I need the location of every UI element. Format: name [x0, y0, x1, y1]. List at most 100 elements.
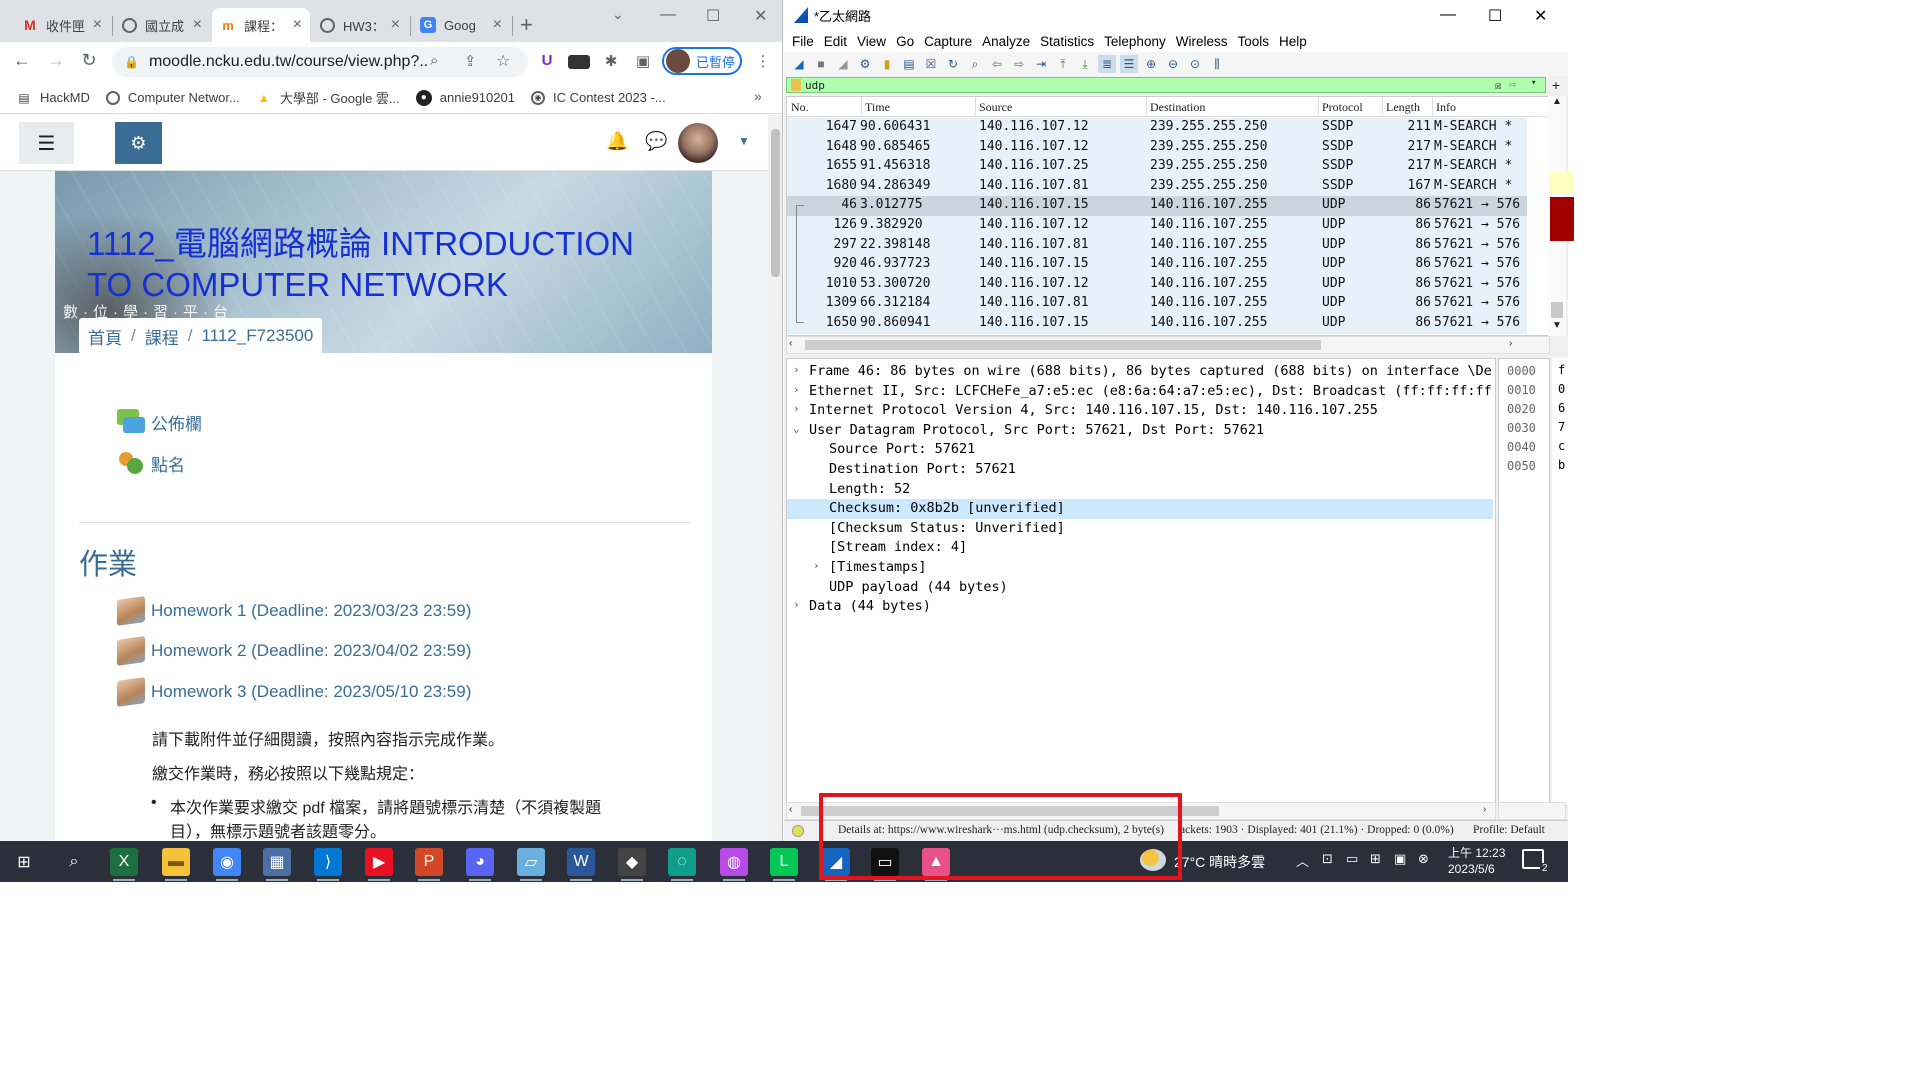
expand-arrow-icon[interactable]: ›: [813, 559, 820, 572]
detail-row[interactable]: › Data (44 bytes): [787, 597, 1493, 617]
column-info[interactable]: Info: [1436, 100, 1456, 115]
column-time[interactable]: Time: [865, 100, 890, 115]
extensions-puzzle-icon[interactable]: ✱: [600, 52, 622, 72]
search-icon[interactable]: ⌕: [60, 848, 88, 876]
normal-size-icon[interactable]: ⊙: [1186, 55, 1204, 73]
collapse-arrow-icon[interactable]: ⌄: [793, 422, 800, 435]
user-avatar[interactable]: [678, 123, 718, 163]
detail-row[interactable]: Length: 52: [787, 480, 1493, 500]
detail-row[interactable]: UDP payload (44 bytes): [787, 578, 1493, 598]
maximize-button[interactable]: ☐: [1488, 6, 1502, 26]
stop-capture-icon[interactable]: ■: [812, 55, 830, 73]
packet-list-hscrollbar[interactable]: ‹ ›: [786, 336, 1550, 354]
detail-row[interactable]: ⌄ User Datagram Protocol, Src Port: 57621…: [787, 421, 1493, 441]
bookmark-star-icon[interactable]: ☆: [496, 51, 510, 71]
tab-search-icon[interactable]: ⌄: [612, 6, 624, 23]
packet-row[interactable]: 1010 53.300720 140.116.107.12 140.116.107.2…: [787, 274, 1527, 295]
column-protocol[interactable]: Protocol: [1322, 100, 1363, 115]
breadcrumb-course[interactable]: 1112_F723500: [201, 326, 313, 346]
new-tab-button[interactable]: +: [520, 12, 533, 38]
clock-time[interactable]: 上午 12:23: [1448, 844, 1505, 861]
windows-start-icon[interactable]: ⊞: [10, 848, 38, 876]
menu-help[interactable]: Help: [1279, 34, 1307, 49]
detail-row[interactable]: Checksum: 0x8b2b [unverified]: [787, 499, 1493, 519]
mplab-icon[interactable]: ◆: [618, 848, 646, 876]
last-packet-icon[interactable]: ⤓: [1076, 55, 1094, 73]
user-menu-caret-icon[interactable]: ▼: [738, 134, 750, 148]
details-hscrollbar[interactable]: ‹ ›: [786, 802, 1496, 820]
notifications-bell-icon[interactable]: 🔔: [606, 131, 628, 152]
expand-arrow-icon[interactable]: ›: [793, 402, 800, 415]
menu-analyze[interactable]: Analyze: [982, 34, 1030, 49]
maximize-button[interactable]: ☐: [706, 6, 720, 26]
forward-button[interactable]: →: [44, 50, 68, 71]
capture-options-icon[interactable]: ⚙: [856, 55, 874, 73]
file-explorer-icon[interactable]: ▬: [162, 848, 190, 876]
save-file-icon[interactable]: ▤: [900, 55, 918, 73]
detail-row[interactable]: › Ethernet II, Src: LCFCHeFe_a7:e5:ec (e8…: [787, 382, 1493, 402]
bookmark-github[interactable]: ● annie910201: [415, 89, 515, 106]
apply-filter-icon[interactable]: ⇨: [1509, 77, 1516, 91]
network-icon[interactable]: ⊞: [1370, 851, 1381, 867]
detail-row[interactable]: [Stream index: 4]: [787, 538, 1493, 558]
packet-row[interactable]: 1647 90.606431 140.116.107.12 239.255.255.2…: [787, 118, 1527, 138]
menu-tools[interactable]: Tools: [1237, 34, 1269, 49]
tab-hw3[interactable]: HW3： ×: [312, 8, 408, 42]
expert-info-icon[interactable]: [792, 825, 804, 837]
assignment-link-3[interactable]: Homework 3 (Deadline: 2023/05/10 23:59): [117, 677, 471, 707]
reload-file-icon[interactable]: ↻: [944, 55, 962, 73]
close-file-icon[interactable]: ☒: [922, 55, 940, 73]
line-icon[interactable]: L: [770, 848, 798, 876]
show-hidden-icons-icon[interactable]: ︿: [1296, 851, 1309, 870]
hamburger-menu-button[interactable]: ☰: [19, 122, 74, 164]
tab-course[interactable]: m 課程： ×: [212, 8, 310, 42]
clock-date[interactable]: 2023/5/6: [1448, 862, 1495, 876]
close-icon[interactable]: ×: [93, 16, 102, 34]
menu-view[interactable]: View: [857, 34, 886, 49]
bookmark-filter-icon[interactable]: [791, 79, 801, 91]
extension-terminal-icon[interactable]: [568, 55, 590, 69]
packet-row[interactable]: 297 22.398148 140.116.107.81 140.116.107.25…: [787, 235, 1527, 256]
vscode-icon[interactable]: ⟩: [314, 848, 342, 876]
detail-row[interactable]: › [Timestamps]: [787, 558, 1493, 578]
menu-telephony[interactable]: Telephony: [1104, 34, 1166, 49]
messages-icon[interactable]: 💬: [645, 131, 667, 152]
chrome-icon[interactable]: ◉: [213, 848, 241, 876]
side-panel-icon[interactable]: ▣: [632, 52, 654, 72]
tab-ncku[interactable]: 國立成 ×: [114, 8, 210, 42]
assignment-link-2[interactable]: Homework 2 (Deadline: 2023/04/02 23:59): [117, 636, 471, 666]
bytes-hscrollbar[interactable]: [1498, 802, 1566, 820]
display-filter-input[interactable]: udp ☒ ⇨ ▾: [786, 77, 1546, 93]
share-icon[interactable]: ⇪: [464, 52, 477, 70]
weather-icon[interactable]: [1140, 849, 1166, 871]
detail-row[interactable]: › Frame 46: 86 bytes on wire (688 bits), …: [787, 362, 1493, 382]
packet-row[interactable]: 1650 90.860941 140.116.107.15 140.116.107.2…: [787, 314, 1527, 334]
back-button[interactable]: ←: [10, 50, 34, 71]
tab-google-translate[interactable]: G Goog ×: [412, 8, 510, 42]
detail-row[interactable]: Destination Port: 57621: [787, 460, 1493, 480]
packet-row[interactable]: 1680 94.286349 140.116.107.81 239.255.255.2…: [787, 176, 1527, 197]
go-back-icon[interactable]: ⇦: [988, 55, 1006, 73]
discord-icon[interactable]: ◕: [466, 848, 494, 876]
expand-arrow-icon[interactable]: ›: [793, 383, 800, 396]
close-window-button[interactable]: ✕: [754, 6, 767, 26]
menu-edit[interactable]: Edit: [824, 34, 847, 49]
expand-arrow-icon[interactable]: ›: [793, 363, 800, 376]
terminal-icon[interactable]: ▭: [871, 848, 899, 876]
volume-muted-icon[interactable]: ⊗: [1418, 851, 1429, 867]
bookmark-ic-contest[interactable]: ◉ IC Contest 2023 -...: [530, 90, 666, 105]
column-destination[interactable]: Destination: [1150, 100, 1205, 115]
packet-row[interactable]: 126 9.382920 140.116.107.12 140.116.107.255…: [787, 216, 1527, 236]
menu-statistics[interactable]: Statistics: [1040, 34, 1094, 49]
page-scrollbar[interactable]: [768, 115, 782, 841]
reload-button[interactable]: ↻: [77, 50, 101, 71]
powerpoint-icon[interactable]: P: [415, 848, 443, 876]
weather-text[interactable]: 27°C 晴時多雲: [1174, 852, 1265, 872]
find-packet-icon[interactable]: ⌕: [966, 55, 984, 73]
packet-row[interactable]: 1648 90.685465 140.116.107.12 239.255.255.2…: [787, 137, 1527, 158]
wireshark-icon[interactable]: ◢: [822, 848, 850, 876]
media-player-icon[interactable]: ▶: [365, 848, 393, 876]
first-packet-icon[interactable]: ⤒: [1054, 55, 1072, 73]
packet-row[interactable]: 46 3.012775 140.116.107.15 140.116.107.255 U…: [787, 196, 1527, 216]
close-icon[interactable]: ×: [293, 16, 302, 34]
